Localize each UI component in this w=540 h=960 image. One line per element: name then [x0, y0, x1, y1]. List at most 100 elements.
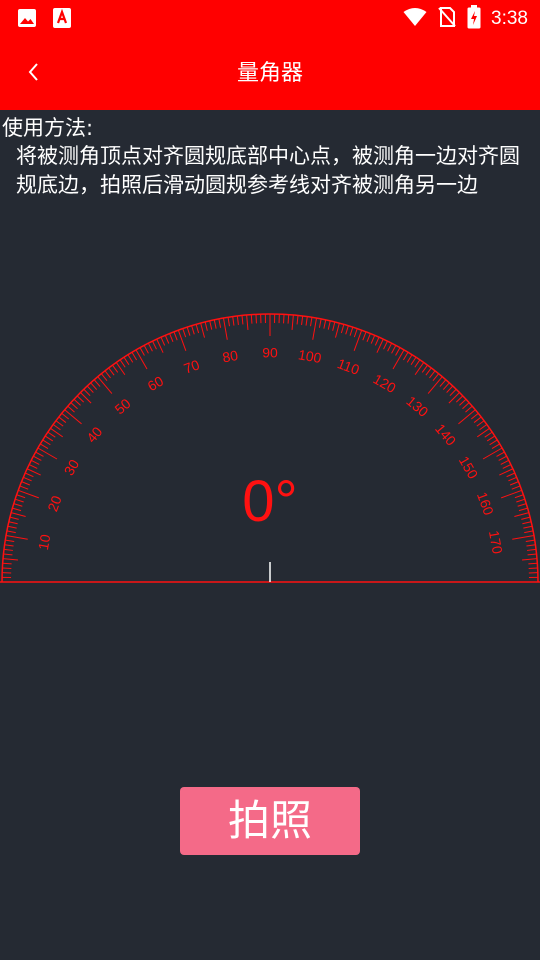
- protractor-tick: [312, 317, 318, 340]
- protractor-tick: [61, 412, 70, 420]
- protractor-tick: [246, 314, 249, 331]
- protractor-tick: [147, 342, 153, 352]
- protractor-label: 150: [456, 453, 482, 481]
- font-a-icon: [52, 7, 72, 33]
- protractor-tick: [108, 367, 115, 376]
- protractor-label: 100: [297, 346, 323, 366]
- protractor-tick: [395, 347, 401, 356]
- protractor-tick: [502, 464, 512, 469]
- protractor-tick: [30, 459, 40, 465]
- protractor-tick: [3, 548, 13, 551]
- protractor-label: 160: [474, 490, 497, 518]
- protractor-tick: [448, 392, 460, 404]
- protractor-label: 130: [403, 393, 431, 420]
- protractor-tick: [42, 439, 51, 446]
- protractor-tick: [76, 395, 85, 403]
- protractor-tick: [35, 451, 44, 457]
- protractor-tick: [345, 325, 349, 335]
- protractor-tick: [427, 376, 443, 394]
- protractor-tick: [486, 435, 496, 442]
- protractor-tick: [512, 534, 535, 540]
- protractor-tick: [287, 314, 290, 324]
- protractor-tick: [514, 494, 524, 499]
- protractor-tick: [55, 420, 64, 427]
- protractor-tick: [305, 316, 308, 326]
- protractor-tick: [484, 431, 493, 438]
- protractor-tick: [127, 354, 134, 363]
- protractor-tick: [432, 373, 440, 382]
- protractor-tick: [489, 439, 498, 446]
- protractor-tick: [97, 376, 113, 394]
- protractor-tick: [458, 409, 476, 425]
- protractor-tick: [509, 481, 519, 486]
- protractor-tick: [143, 345, 149, 354]
- protractor-tick: [90, 382, 98, 390]
- protractor-tick: [425, 367, 432, 376]
- protractor-tick: [236, 315, 239, 325]
- protractor-tick: [26, 468, 41, 476]
- protractor-tick: [16, 494, 26, 499]
- protractor-tick: [152, 340, 157, 350]
- protractor-tick: [323, 319, 327, 329]
- protractor-tick: [6, 530, 16, 534]
- protractor-tick: [160, 336, 166, 346]
- protractor-tick: [327, 320, 331, 330]
- protractor-tick: [209, 320, 213, 330]
- chevron-left-icon: [24, 61, 44, 87]
- protractor-tick: [402, 352, 409, 361]
- protractor-tick: [11, 512, 26, 518]
- protractor-tick: [376, 338, 384, 353]
- app-bar: 量角器: [0, 36, 540, 110]
- protractor-tick: [241, 315, 244, 325]
- protractor-label: 140: [432, 421, 459, 449]
- protractor-label: 170: [486, 529, 506, 555]
- protractor-tick: [479, 424, 488, 431]
- protractor-tick: [7, 525, 17, 529]
- battery-charging-icon: [467, 5, 481, 33]
- protractor-tick: [521, 516, 531, 520]
- protractor-tick: [135, 349, 148, 370]
- protractor-tick: [104, 370, 111, 379]
- protractor-tick: [123, 356, 130, 366]
- capture-button[interactable]: 拍照: [180, 787, 360, 855]
- instructions: 使用方法: 将被测角顶点对齐圆规底部中心点，被测角一边对齐圆规底边，拍照后滑动圆…: [0, 114, 536, 200]
- protractor-tick: [232, 316, 235, 326]
- protractor-tick: [182, 328, 187, 338]
- protractor-tick: [521, 558, 538, 561]
- protractor-tick: [83, 388, 91, 397]
- protractor-tick: [139, 347, 145, 356]
- protractor-label: 40: [83, 423, 105, 445]
- protractor-tick: [3, 553, 13, 556]
- protractor-tick: [169, 333, 174, 343]
- protractor-label: 60: [145, 372, 167, 394]
- protractor-tick: [523, 525, 533, 529]
- protractor-tick: [291, 314, 294, 331]
- protractor-tick: [13, 503, 23, 507]
- protractor-tick: [446, 385, 454, 393]
- protractor-tick: [131, 352, 138, 361]
- protractor-tick: [449, 388, 457, 397]
- protractor-tick: [517, 503, 527, 507]
- protractor-tick: [250, 314, 253, 324]
- protractor-tick: [213, 319, 217, 329]
- protractor-tick: [195, 324, 200, 334]
- protractor-tick: [340, 324, 345, 334]
- protractor-label: 20: [44, 493, 64, 513]
- protractor-label: 50: [112, 395, 134, 417]
- back-button[interactable]: [14, 54, 54, 94]
- protractor-tick: [465, 405, 473, 413]
- protractor[interactable]: 10 20 3040 50 60 70 80 90 100 110 120130140 150 160 1…: [0, 300, 540, 590]
- protractor-tick: [33, 455, 42, 461]
- protractor-tick: [37, 447, 58, 460]
- protractor-tick: [222, 317, 228, 340]
- protractor-tick: [28, 464, 38, 469]
- protractor-tick: [70, 402, 78, 410]
- protractor-tick: [499, 468, 514, 476]
- protractor-tick: [24, 472, 34, 478]
- protractor-tick: [40, 443, 49, 450]
- protractor-tick: [392, 349, 405, 370]
- protractor-tick: [200, 323, 206, 338]
- protractor-tick: [462, 402, 470, 410]
- protractor-tick: [374, 336, 380, 346]
- protractor-tick: [44, 435, 54, 442]
